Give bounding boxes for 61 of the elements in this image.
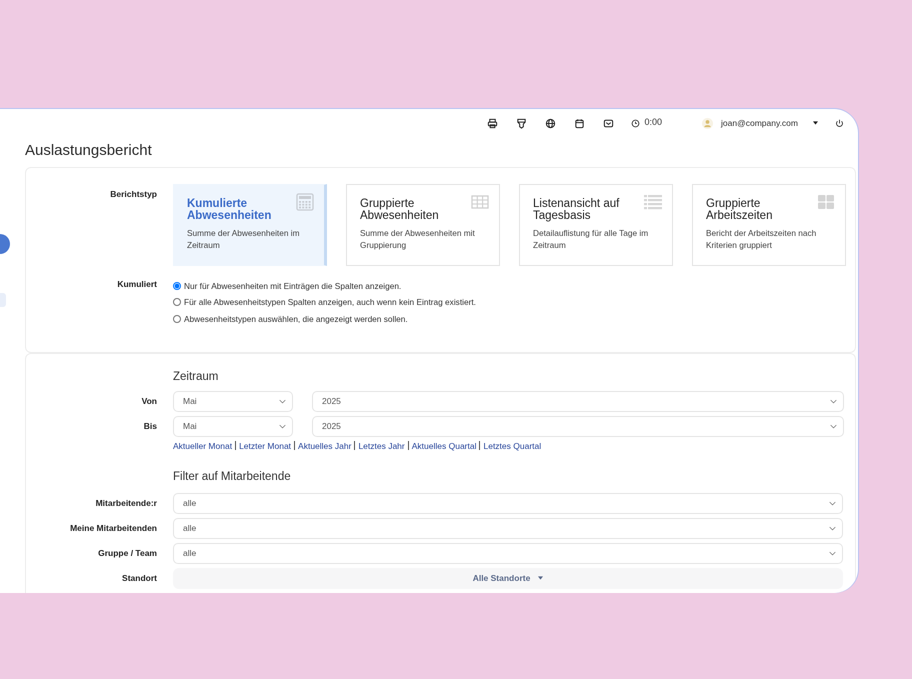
report-type-card[interactable]: Gruppierte Arbeitszeiten Bericht der Arbeitszeiten nach Kriterien gruppiert xyxy=(692,184,846,266)
calendar-icon[interactable] xyxy=(574,118,586,128)
field-label: Gruppe / Team xyxy=(97,546,157,560)
select-field[interactable]: alle xyxy=(173,492,843,514)
timer-button[interactable]: 0:00 xyxy=(631,116,662,130)
timer-text: 0:00 xyxy=(644,116,662,130)
card-title: Kumulierte Abwesenheiten xyxy=(187,196,272,220)
card-title: Gruppierte Abwesenheiten xyxy=(360,196,440,220)
card-title: Gruppierte Arbeitszeiten xyxy=(706,196,774,220)
radio-label: Abwesenheitstypen auswählen, die angezeigt werden sollen. xyxy=(184,312,408,325)
quick-link[interactable]: Aktuelles Quartal xyxy=(412,441,476,452)
select-field[interactable]: Mai xyxy=(173,416,293,438)
funnel-icon[interactable] xyxy=(516,118,528,128)
field-label: Von xyxy=(140,395,157,408)
radio-label: Für alle Abwesenheitstypen Spalten anzeigen, auch wenn kein Eintrag existiert. xyxy=(184,296,476,308)
caret-icon xyxy=(813,121,818,125)
field-label: Mitarbeitende:r xyxy=(94,496,157,510)
globe-icon[interactable] xyxy=(545,118,556,128)
field-label: Bis xyxy=(142,420,157,434)
caret-icon xyxy=(538,576,544,580)
field-label: Kumuliert xyxy=(116,278,157,290)
clock-icon xyxy=(631,118,640,128)
radio-label: Nur für Abwesenheiten mit Einträgen die Spalten anzeigen. xyxy=(184,280,402,292)
field-label: Standort xyxy=(121,572,157,584)
location-dropdown[interactable]: Alle Standorte xyxy=(173,568,843,589)
calculator-icon xyxy=(296,192,314,210)
table-icon xyxy=(471,192,489,210)
radio-button[interactable] xyxy=(173,282,181,290)
report-type-card[interactable]: Gruppierte Abwesenheiten Summe der Abwesenheiten mit Gruppierung xyxy=(346,184,500,266)
select-field[interactable]: 2025 xyxy=(312,391,844,412)
report-type-card[interactable]: Listenansicht auf Tagesbasis Detailauflistung für alle Tage im Zeitraum xyxy=(519,184,673,266)
grid-icon xyxy=(817,192,835,210)
card-description: Summe der Abwesenheiten im Zeitraum xyxy=(187,226,301,250)
card-description: Summe der Abwesenheiten mit Gruppierung xyxy=(360,226,476,250)
select-field[interactable]: alle xyxy=(173,518,843,539)
select-field[interactable]: Mai xyxy=(173,391,293,412)
report-type-card[interactable]: Kumulierte Abwesenheiten Summe der Abwesenheiten im Zeitraum xyxy=(173,184,327,266)
list-icon xyxy=(644,192,662,210)
mail-icon[interactable] xyxy=(603,118,614,128)
quick-link[interactable]: Letzter Monat xyxy=(239,441,292,452)
select-field[interactable]: alle xyxy=(173,542,843,564)
field-label: Meine Mitarbeitenden xyxy=(69,522,157,534)
power-icon[interactable] xyxy=(835,118,844,128)
radio-button[interactable] xyxy=(173,298,181,306)
card-description: Detailauflistung für alle Tage im Zeitraum xyxy=(533,226,650,250)
section-heading: Filter auf Mitarbeitende xyxy=(173,470,291,484)
quick-link[interactable]: Letztes Jahr xyxy=(358,441,405,452)
user-email: joan@company.com xyxy=(721,116,798,130)
section-heading: Zeitraum xyxy=(173,370,218,384)
select-field[interactable]: 2025 xyxy=(312,416,844,438)
field-label: Berichtstyp xyxy=(109,188,157,200)
quick-link[interactable]: Aktueller Monat xyxy=(173,441,232,452)
page-title: Auslastungsbericht xyxy=(25,140,153,160)
user-menu[interactable]: joan@company.com xyxy=(702,116,818,130)
quick-link[interactable]: Letztes Quartal xyxy=(483,441,542,452)
avatar-icon xyxy=(702,118,714,128)
radio-button[interactable] xyxy=(173,314,181,323)
card-description: Bericht der Arbeitszeiten nach Kriterien gruppiert xyxy=(706,226,818,250)
quick-link[interactable]: Aktuelles Jahr xyxy=(298,441,352,452)
print-icon[interactable] xyxy=(487,118,498,128)
card-title: Listenansicht auf Tagesbasis xyxy=(533,196,620,220)
